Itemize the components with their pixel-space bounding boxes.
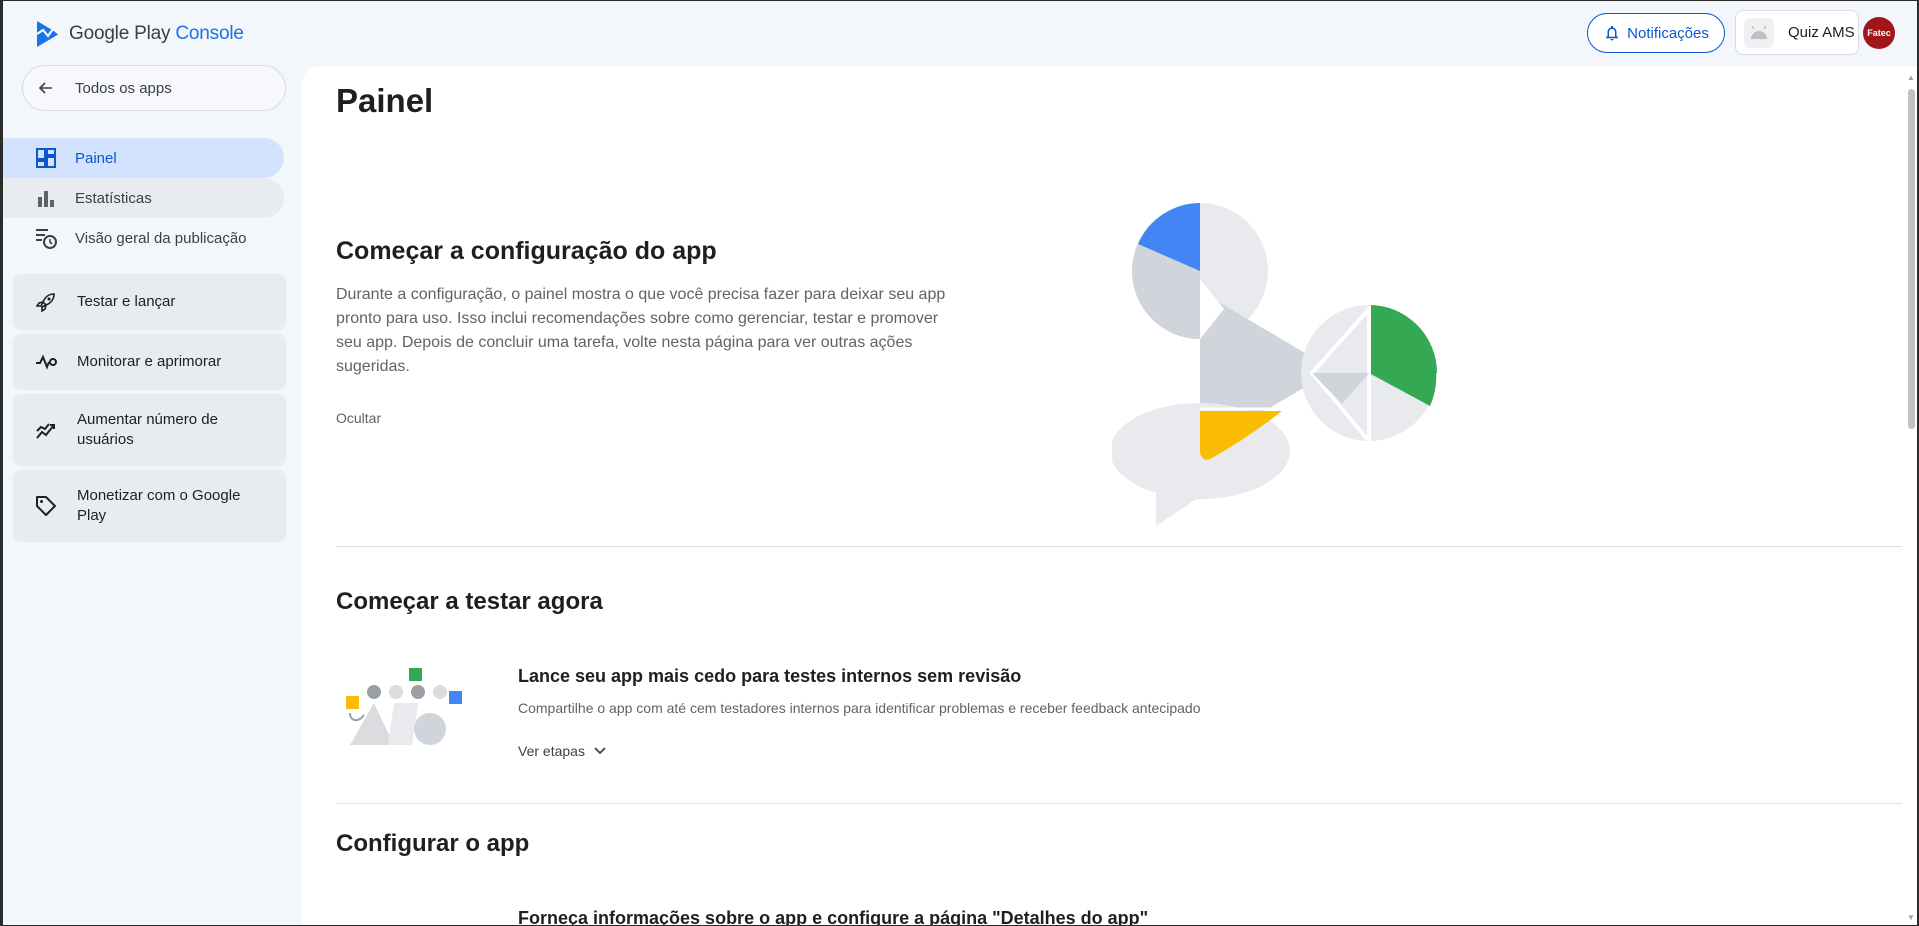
bar-chart-icon [35, 187, 57, 209]
logo-text-console: Console [175, 23, 244, 44]
setup-section-title: Começar a configuração do app [336, 237, 717, 265]
publishing-overview-icon [35, 227, 57, 249]
dashboard-icon [35, 147, 57, 169]
setup-illustration [1112, 203, 1437, 526]
app-details-card-title: Forneça informações sobre o app e config… [518, 908, 1149, 925]
app-selector[interactable]: Quiz AMS [1735, 10, 1859, 55]
section-divider [336, 803, 1903, 804]
notifications-button[interactable]: Notificações [1587, 13, 1725, 53]
play-console-logo-icon [36, 21, 60, 47]
view-steps-label: Ver etapas [518, 743, 585, 759]
main-scrollbar-thumb[interactable] [1908, 89, 1915, 429]
configure-section-title: Configurar o app [336, 830, 530, 857]
sidebar-item-label: Estatísticas [75, 189, 152, 207]
internal-testing-card-title: Lance seu app mais cedo para testes inte… [518, 666, 1022, 686]
tag-icon [35, 495, 57, 517]
sidebar-card-monitorar-aprimorar[interactable]: Monitorar e aprimorar [13, 334, 286, 390]
internal-testing-card-description: Compartilhe o app com até cem testadores… [518, 700, 1201, 716]
android-app-icon [1744, 17, 1774, 48]
sidebar-item-estatisticas[interactable]: Estatísticas [3, 178, 284, 218]
sidebar-item-label: Painel [75, 149, 117, 167]
growth-icon [35, 419, 57, 441]
app-window: Google Play Console Notificações Quiz AM… [3, 1, 1917, 925]
scroll-up-arrow-icon[interactable]: ▲ [1907, 73, 1917, 82]
section-divider [336, 546, 1903, 547]
sidebar-card-monetizar[interactable]: Monetizar com o Google Play [13, 470, 286, 542]
app-details-illustration [344, 921, 464, 925]
app-name: Quiz AMS [1788, 24, 1855, 41]
arrow-back-icon [38, 82, 52, 94]
all-apps-label: Todos os apps [75, 79, 172, 97]
bell-icon [1606, 25, 1619, 41]
rocket-icon [35, 291, 57, 313]
setup-description: Durante a configuração, o painel mostra … [336, 286, 946, 375]
vitals-icon [35, 351, 57, 373]
all-apps-button[interactable]: Todos os apps [22, 65, 286, 111]
scroll-down-arrow-icon[interactable]: ▼ [1907, 913, 1917, 922]
sidebar-card-label: Testar e lançar [77, 293, 176, 310]
hide-setup-button[interactable]: Ocultar [336, 410, 381, 426]
page-title: Painel [336, 82, 434, 119]
sidebar-card-testar-lancar[interactable]: Testar e lançar [13, 274, 286, 330]
sidebar-item-painel[interactable]: Painel [3, 138, 284, 178]
sidebar-card-label: Aumentar número de usuários [77, 411, 218, 448]
chevron-down-icon [594, 747, 606, 755]
sidebar-item-visao-geral-publicacao[interactable]: Visão geral da publicação [3, 218, 284, 258]
sidebar-card-aumentar-usuarios[interactable]: Aumentar número de usuários [13, 394, 286, 466]
internal-testing-illustration [346, 668, 462, 745]
sidebar-card-label: Monetizar com o Google Play [77, 487, 241, 524]
main-content: Painel Começar a configuração do app Dur… [302, 66, 1903, 925]
view-steps-button[interactable]: Ver etapas [518, 743, 607, 759]
testing-section-title: Começar a testar agora [336, 588, 603, 615]
google-play-console-logo[interactable]: Google Play Console [35, 20, 244, 48]
sidebar-item-label: Visão geral da publicação [75, 229, 247, 247]
account-avatar[interactable]: Fatec [1863, 17, 1895, 49]
notifications-label: Notificações [1627, 24, 1709, 42]
sidebar-card-label: Monitorar e aprimorar [77, 353, 222, 370]
logo-text-google-play: Google Play [69, 23, 171, 44]
